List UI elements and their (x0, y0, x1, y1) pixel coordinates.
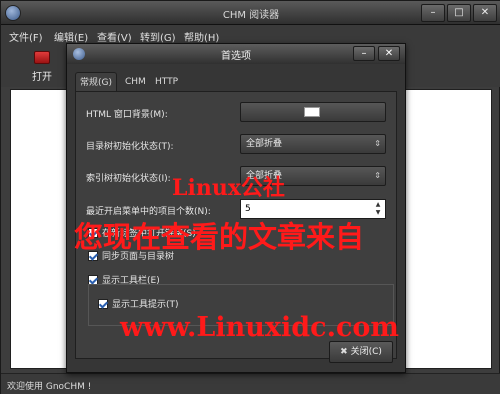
maximize-button[interactable]: □ (447, 4, 471, 22)
dialog-minimize-button[interactable]: – (353, 46, 375, 61)
watermark-line-2: 您现在查看的文章来自 (74, 220, 365, 254)
open-icon (34, 51, 50, 64)
updown-arrows-icon: ⇕ (374, 171, 381, 180)
menu-go[interactable]: 转到(G) (140, 29, 176, 44)
show-tooltips-check[interactable]: 显示工具提示(T) (98, 297, 179, 311)
menu-edit[interactable]: 编辑(E) (54, 29, 88, 44)
close-window-button[interactable]: ✕ (473, 4, 497, 22)
menu-view[interactable]: 查看(V) (97, 29, 132, 44)
tab-http[interactable]: HTTP (151, 72, 182, 92)
close-icon: ✖ (340, 347, 348, 357)
menu-help[interactable]: 帮助(H) (184, 29, 219, 44)
open-label: 打开 (32, 72, 52, 83)
html-bg-label: HTML 窗口背景(M): (86, 110, 168, 120)
html-bg-color-button[interactable] (240, 102, 386, 122)
dialog-titlebar[interactable]: 首选项 – ✕ (67, 44, 405, 64)
toc-state-value: 全部折叠 (246, 139, 283, 149)
show-tooltips-label: 显示工具提示(T) (112, 300, 179, 310)
menu-file[interactable]: 文件(F) (9, 29, 43, 44)
watermark-line-1: Linux公社 (172, 175, 285, 201)
toc-state-label: 目录树初始化状态(T): (86, 142, 174, 152)
status-text: 欢迎使用 GnoCHM ! (7, 382, 92, 392)
statusbar: 欢迎使用 GnoCHM ! (1, 373, 500, 394)
close-button-label: 关闭(C) (350, 347, 382, 357)
toc-state-combo[interactable]: 全部折叠 ⇕ (240, 134, 386, 154)
checkbox-icon[interactable] (98, 298, 108, 309)
open-button[interactable]: 打开 (25, 51, 59, 83)
spin-arrows-icon[interactable]: ▲ ▼ (373, 201, 383, 217)
dialog-close-button[interactable]: ✕ (378, 46, 400, 61)
menubar: 文件(F) 编辑(E) 查看(V) 转到(G) 帮助(H) (1, 25, 500, 45)
main-titlebar[interactable]: CHM 阅读器 – □ ✕ (1, 1, 500, 25)
tab-general[interactable]: 常规(G) (75, 72, 117, 92)
close-button[interactable]: ✖ 关闭(C) (329, 341, 393, 363)
updown-arrows-icon: ⇕ (374, 139, 381, 148)
index-state-label: 索引树初始化状态(I): (86, 174, 171, 184)
checkbox-icon[interactable] (88, 274, 98, 285)
minimize-button[interactable]: – (421, 4, 445, 22)
tab-chm[interactable]: CHM (121, 72, 150, 92)
color-swatch (304, 107, 320, 117)
watermark-line-3: www.Linuxidc.com (120, 312, 400, 343)
recent-count-value: 5 (245, 204, 251, 214)
